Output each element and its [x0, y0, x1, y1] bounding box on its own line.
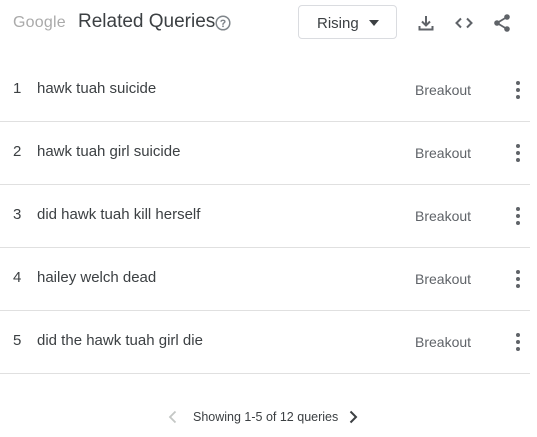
rank-number: 5 — [13, 332, 22, 349]
caret-down-icon — [369, 20, 379, 26]
related-queries-list: 1 hawk tuah suicide Breakout 2 hawk tuah… — [0, 59, 530, 374]
widget-title: Related Queries — [78, 11, 216, 32]
pagination-status: Showing 1-5 of 12 queries — [193, 410, 339, 424]
query-link[interactable]: hailey welch dead — [37, 269, 156, 286]
query-link[interactable]: hawk tuah girl suicide — [37, 143, 180, 160]
list-item[interactable]: 3 did hawk tuah kill herself Breakout — [0, 185, 530, 248]
rank-number: 1 — [13, 80, 22, 97]
download-icon[interactable] — [415, 12, 437, 34]
breakout-value: Breakout — [415, 208, 472, 224]
more-options-icon[interactable] — [508, 79, 528, 101]
breakout-value: Breakout — [415, 334, 472, 350]
list-item[interactable]: 1 hawk tuah suicide Breakout — [0, 59, 530, 122]
list-item[interactable]: 4 hailey welch dead Breakout — [0, 248, 530, 311]
rank-number: 3 — [13, 206, 22, 223]
query-link[interactable]: did hawk tuah kill herself — [37, 206, 200, 223]
more-options-icon[interactable] — [508, 268, 528, 290]
embed-code-icon[interactable] — [453, 12, 475, 34]
query-link[interactable]: hawk tuah suicide — [37, 80, 156, 97]
more-options-icon[interactable] — [508, 142, 528, 164]
rising-top-dropdown[interactable]: Rising — [298, 5, 397, 39]
breakout-value: Breakout — [415, 82, 472, 98]
more-options-icon[interactable] — [508, 205, 528, 227]
pagination: Showing 1-5 of 12 queries — [0, 404, 537, 430]
dropdown-selected-value: Rising — [317, 15, 359, 32]
more-options-icon[interactable] — [508, 331, 528, 353]
widget-header: Google Related Queries Rising — [0, 0, 537, 46]
google-logo: Google — [13, 14, 66, 31]
share-icon[interactable] — [491, 12, 513, 34]
list-item[interactable]: 5 did the hawk tuah girl die Breakout — [0, 311, 530, 374]
chevron-left-icon[interactable] — [165, 408, 181, 426]
query-link[interactable]: did the hawk tuah girl die — [37, 332, 203, 349]
chevron-right-icon[interactable] — [345, 408, 361, 426]
help-icon[interactable] — [215, 15, 231, 31]
rank-number: 2 — [13, 143, 22, 160]
rank-number: 4 — [13, 269, 22, 286]
breakout-value: Breakout — [415, 271, 472, 287]
breakout-value: Breakout — [415, 145, 472, 161]
list-item[interactable]: 2 hawk tuah girl suicide Breakout — [0, 122, 530, 185]
